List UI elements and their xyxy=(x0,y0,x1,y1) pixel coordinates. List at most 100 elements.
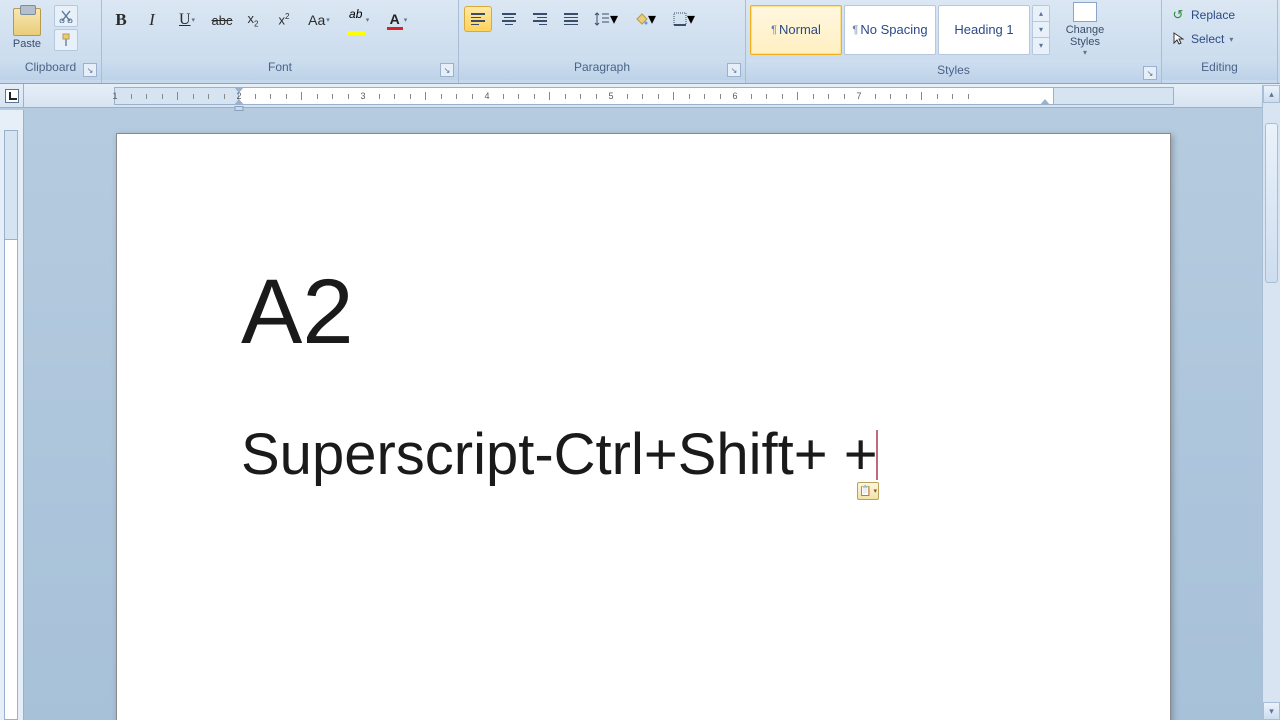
line-spacing-button[interactable]: ▾ xyxy=(588,6,624,32)
scroll-up-button[interactable]: ▴ xyxy=(1263,85,1280,103)
align-left-icon xyxy=(471,13,485,25)
justify-icon xyxy=(564,13,578,25)
style-normal[interactable]: ¶Normal xyxy=(750,5,842,55)
highlight-button[interactable]: ab▾ xyxy=(340,6,376,34)
align-left-button[interactable] xyxy=(464,6,492,32)
font-label-text: Font xyxy=(268,60,292,74)
ruler-tick: 7 xyxy=(856,91,861,101)
underline-icon: U xyxy=(179,11,191,29)
paste-options-icon: 📋 xyxy=(859,486,871,497)
tab-selector[interactable] xyxy=(0,84,24,108)
italic-icon: I xyxy=(149,10,155,30)
style-no-spacing-label: No Spacing xyxy=(860,22,927,37)
line-spacing-icon xyxy=(594,11,610,27)
style-gallery-scroll[interactable]: ▴▾▾ xyxy=(1032,5,1050,55)
group-label-styles: Styles ↘ xyxy=(746,59,1161,83)
group-styles: ¶Normal ¶No Spacing Heading 1 ▴▾▾ Change… xyxy=(746,0,1162,83)
paragraph-label-text: Paragraph xyxy=(574,60,630,74)
change-styles-icon xyxy=(1073,2,1097,22)
cut-button[interactable] xyxy=(54,5,78,27)
document-content[interactable]: A2 Superscript-Ctrl+Shift+ + 📋 xyxy=(241,264,1050,488)
ribbon: Paste Clipboard ↘ B I U▾ abc xyxy=(0,0,1280,84)
scroll-down-button[interactable]: ▾ xyxy=(1263,702,1280,720)
replace-label: Replace xyxy=(1191,8,1235,22)
text-line-1: A2 xyxy=(241,264,1050,361)
group-clipboard: Paste Clipboard ↘ xyxy=(0,0,102,83)
align-center-icon xyxy=(502,13,516,25)
change-styles-button[interactable]: Change Styles ▾ xyxy=(1056,2,1114,57)
group-label-paragraph: Paragraph ↘ xyxy=(459,56,745,80)
document-area: A2 Superscript-Ctrl+Shift+ + 📋 xyxy=(0,110,1280,720)
styles-label-text: Styles xyxy=(937,63,970,77)
superscript-button[interactable]: x2 xyxy=(270,6,298,34)
ruler-tick: 2 xyxy=(236,91,241,101)
right-indent[interactable] xyxy=(1040,99,1050,105)
editing-label-text: Editing xyxy=(1201,60,1238,74)
align-right-button[interactable] xyxy=(526,6,554,32)
ruler-tick: 1 xyxy=(112,91,117,101)
justify-button[interactable] xyxy=(557,6,585,32)
group-label-font: Font ↘ xyxy=(102,56,458,80)
bold-button[interactable]: B xyxy=(107,6,135,34)
format-painter-button[interactable] xyxy=(54,29,78,51)
align-center-button[interactable] xyxy=(495,6,523,32)
text-cursor xyxy=(876,430,878,480)
font-launcher[interactable]: ↘ xyxy=(440,63,454,77)
style-normal-label: Normal xyxy=(779,22,821,37)
borders-icon xyxy=(673,12,687,26)
bucket-icon xyxy=(634,12,648,26)
paste-icon xyxy=(13,8,41,36)
italic-button[interactable]: I xyxy=(138,6,166,34)
horizontal-ruler[interactable]: 1 2 3 4 5 6 7 xyxy=(114,87,1174,105)
style-no-spacing[interactable]: ¶No Spacing xyxy=(844,5,936,55)
group-editing: ↺ Replace Select ▾ Editing xyxy=(1162,0,1278,83)
change-styles-label: Change Styles xyxy=(1056,24,1114,48)
ruler-tick: 3 xyxy=(360,91,365,101)
font-color-icon: A xyxy=(390,11,400,27)
replace-button[interactable]: ↺ Replace xyxy=(1166,5,1239,25)
ruler-tick: 5 xyxy=(608,91,613,101)
clipboard-launcher[interactable]: ↘ xyxy=(83,63,97,77)
font-color-button[interactable]: A▾ xyxy=(379,6,415,34)
shading-button[interactable]: ▾ xyxy=(627,6,663,32)
style-heading-1[interactable]: Heading 1 xyxy=(938,5,1030,55)
ruler-tick: 6 xyxy=(732,91,737,101)
styles-launcher[interactable]: ↘ xyxy=(1143,66,1157,80)
paragraph-launcher[interactable]: ↘ xyxy=(727,63,741,77)
style-heading-1-label: Heading 1 xyxy=(954,22,1013,37)
group-label-editing: Editing xyxy=(1162,56,1277,80)
strikethrough-button[interactable]: abc xyxy=(208,6,236,34)
subscript-icon: x2 xyxy=(248,11,259,29)
ruler-bar: 1 2 3 4 5 6 7 xyxy=(0,84,1280,108)
clipboard-label-text: Clipboard xyxy=(25,60,76,74)
highlight-icon: ab xyxy=(349,7,362,21)
borders-button[interactable]: ▾ xyxy=(666,6,702,32)
select-button[interactable]: Select ▾ xyxy=(1166,29,1237,49)
page[interactable]: A2 Superscript-Ctrl+Shift+ + 📋 xyxy=(116,133,1171,720)
bold-icon: B xyxy=(115,10,126,30)
paste-button[interactable]: Paste xyxy=(4,3,50,53)
subscript-button[interactable]: x2 xyxy=(239,6,267,34)
cursor-icon xyxy=(1170,31,1186,47)
superscript-icon: x2 xyxy=(279,12,290,27)
align-right-icon xyxy=(533,13,547,25)
group-font: B I U▾ abc x2 x2 Aa▾ ab▾ A▾ Font ↘ xyxy=(102,0,459,83)
change-case-button[interactable]: Aa▾ xyxy=(301,6,337,34)
select-label: Select xyxy=(1191,32,1224,46)
vertical-ruler[interactable] xyxy=(0,110,24,720)
group-label-clipboard: Clipboard ↘ xyxy=(0,56,101,80)
vertical-scrollbar[interactable]: ▴ ▾ xyxy=(1262,85,1280,720)
paste-label: Paste xyxy=(13,38,41,50)
brush-icon xyxy=(59,33,73,47)
scroll-thumb[interactable] xyxy=(1265,123,1278,283)
style-gallery: ¶Normal ¶No Spacing Heading 1 ▴▾▾ xyxy=(750,5,1050,55)
case-icon: Aa xyxy=(308,12,325,28)
text-line-2: Superscript-Ctrl+Shift+ + xyxy=(241,421,1050,488)
strike-icon: abc xyxy=(212,13,233,28)
ruler-tick: 4 xyxy=(484,91,489,101)
cut-icon xyxy=(59,9,73,23)
paste-options-button[interactable]: 📋 xyxy=(857,482,879,500)
underline-button[interactable]: U▾ xyxy=(169,6,205,34)
group-paragraph: ▾ ▾ ▾ Paragraph ↘ xyxy=(459,0,746,83)
replace-icon: ↺ xyxy=(1170,7,1186,23)
